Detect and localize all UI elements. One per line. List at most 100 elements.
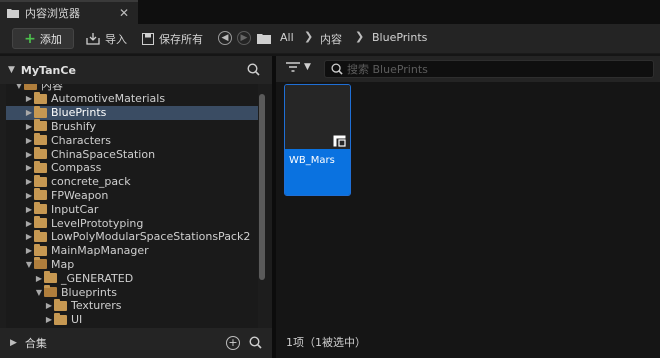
add-collection-icon[interactable]: + [226, 336, 240, 350]
tree-item[interactable]: ▶ Characters [6, 133, 258, 147]
breadcrumb-content[interactable]: 内容 [320, 31, 342, 47]
tree-item[interactable]: ▶ LowPolyModularSpaceStationsPack2 [6, 229, 258, 244]
tree-item-label: LowPolyModularSpaceStationsPack2 [51, 230, 251, 244]
tree-item[interactable]: ▼ Map [6, 257, 258, 271]
search-field[interactable] [324, 60, 654, 78]
caret-right-icon[interactable]: ▶ [24, 177, 34, 186]
folder-icon [34, 119, 47, 132]
import-button[interactable]: 导入 [86, 30, 127, 48]
asset-label-area: WB_Mars [285, 149, 350, 195]
import-label: 导入 [105, 33, 127, 46]
tree-item[interactable]: ▶ BluePrints [6, 105, 258, 120]
tree-item-label: ChinaSpaceStation [51, 147, 156, 161]
tree-item[interactable]: ▶ MainMapManager [6, 243, 258, 258]
scrollbar-thumb[interactable] [259, 94, 265, 280]
tree-item-label: Compass [51, 161, 102, 175]
tree-item-label: UI [71, 313, 83, 327]
tree-item[interactable]: ▶ InputCar [6, 202, 258, 216]
caret-right-icon[interactable]: ▶ [24, 232, 34, 241]
tree-item-label: InputCar [51, 202, 99, 216]
sources-panel: ▼ MyTanCe ▼ 内容 ▶ AutomotiveMaterials ▶ BluePr… [0, 56, 272, 358]
folder-icon [34, 105, 47, 118]
asset-tile[interactable]: WB_Mars [284, 84, 351, 196]
caret-right-icon[interactable]: ▶ [24, 219, 34, 228]
caret-right-icon[interactable]: ▶ [24, 205, 34, 214]
sources-header[interactable]: ▼ MyTanCe [0, 56, 272, 84]
caret-down-icon[interactable]: ▼ [34, 288, 44, 297]
tree-item[interactable]: ▶ concrete_pack [6, 174, 258, 189]
caret-right-icon[interactable]: ▶ [24, 108, 34, 117]
tree-item[interactable]: ▶ FPWeapon [6, 188, 258, 202]
widget-blueprint-icon [333, 135, 346, 147]
folder-icon[interactable] [257, 33, 271, 44]
search-input[interactable] [347, 62, 647, 76]
tree-item-label: Brushify [51, 119, 96, 133]
close-icon[interactable]: ✕ [119, 6, 129, 20]
folder-icon [44, 285, 57, 297]
caret-right-icon[interactable]: ▶ [10, 338, 17, 348]
folder-icon [24, 84, 37, 90]
filter-bar: ▼ [276, 56, 660, 82]
status-text: 1项（1被选中） [286, 336, 366, 349]
folder-icon [54, 312, 67, 325]
tab-title: 内容浏览器 [25, 7, 80, 20]
caret-right-icon[interactable]: ▶ [24, 122, 34, 131]
save-all-label: 保存所有 [159, 33, 203, 46]
tree-item[interactable]: ▶ LevelPrototyping [6, 216, 258, 230]
caret-right-icon[interactable]: ▶ [24, 94, 34, 103]
tree-item-label: MainMapManager [51, 244, 149, 258]
save-icon [142, 33, 154, 45]
caret-down-icon[interactable]: ▼ [14, 84, 24, 90]
tab-content-browser[interactable]: 内容浏览器 ✕ [0, 0, 138, 24]
caret-down-icon[interactable]: ▼ [24, 260, 34, 269]
folder-icon [54, 298, 67, 311]
caret-right-icon[interactable]: ▶ [24, 163, 34, 172]
tree-item-label: _GENERATED [61, 271, 134, 285]
caret-right-icon[interactable]: ▶ [24, 136, 34, 145]
save-all-button[interactable]: 保存所有 [142, 30, 203, 48]
filter-button[interactable]: ▼ [286, 62, 311, 72]
caret-down-icon[interactable]: ▼ [8, 65, 15, 75]
folder-icon [34, 188, 47, 201]
breadcrumb-blueprints[interactable]: BluePrints [372, 31, 427, 44]
caret-right-icon[interactable]: ▶ [24, 246, 34, 255]
tree-item[interactable]: ▼ 内容 [6, 84, 258, 92]
tree-item[interactable]: ▶ ChinaSpaceStation [6, 147, 258, 161]
add-button[interactable]: + 添加 [12, 28, 74, 49]
tab-bar: 内容浏览器 ✕ [0, 0, 660, 24]
tree-item[interactable]: ▶ AutomotiveMaterials [6, 91, 258, 106]
caret-right-icon[interactable]: ▶ [44, 301, 54, 310]
folder-icon [7, 9, 19, 18]
tree-item[interactable]: ▶ UI [6, 312, 258, 327]
caret-right-icon[interactable]: ▶ [24, 191, 34, 200]
toolbar: + 添加 导入 保存所有 ◀ ▶ All ❯ 内容 ❯ BluePrints [0, 24, 660, 54]
tree-item[interactable]: ▶ Texturers [6, 298, 258, 313]
folder-tree[interactable]: ▼ 内容 ▶ AutomotiveMaterials ▶ BluePrints ▶ Brush… [6, 84, 258, 328]
search-icon[interactable] [249, 336, 262, 349]
tree-item-label: BluePrints [51, 106, 107, 120]
folder-icon [44, 271, 57, 284]
tree-item[interactable]: ▶ Compass [6, 160, 258, 175]
tree-item[interactable]: ▶ _GENERATED [6, 271, 258, 285]
tree-item[interactable]: ▼ Blueprints [6, 285, 258, 299]
tree-item[interactable]: ▶ Brushify [6, 119, 258, 133]
import-icon [86, 33, 100, 45]
folder-icon [34, 216, 47, 228]
folder-icon [34, 133, 47, 146]
caret-right-icon[interactable]: ▶ [34, 274, 44, 283]
folder-icon [34, 243, 47, 256]
back-icon[interactable]: ◀ [218, 31, 232, 45]
forward-icon[interactable]: ▶ [237, 31, 251, 45]
caret-right-icon[interactable]: ▶ [44, 315, 54, 324]
search-icon[interactable] [247, 63, 260, 76]
add-button-label: 添加 [39, 32, 62, 46]
folder-icon [34, 91, 47, 104]
breadcrumb-all[interactable]: All [280, 31, 294, 44]
collections-header[interactable]: ▶ 合集 + [0, 328, 272, 358]
tree-item-label: Map [51, 257, 75, 271]
folder-icon [34, 160, 47, 173]
asset-view: ▼ WB_Mars 1项（1被选中） [276, 56, 660, 358]
folder-icon [34, 202, 47, 215]
search-icon [331, 63, 343, 75]
caret-right-icon[interactable]: ▶ [24, 150, 34, 159]
